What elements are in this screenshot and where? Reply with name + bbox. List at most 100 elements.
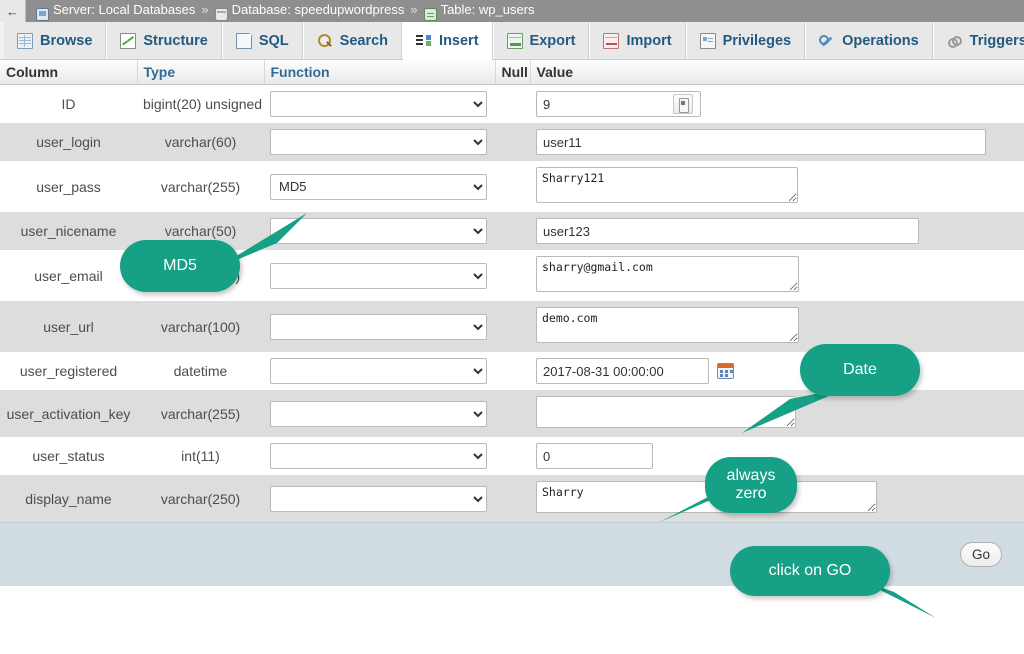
value-input-user-email[interactable]: sharry@gmail.com xyxy=(536,256,799,292)
callout-click-on-go: click on GO xyxy=(730,546,890,596)
export-icon xyxy=(506,32,523,49)
table-header-row: Column Type Function Null Value xyxy=(0,60,1024,85)
function-select-user-url[interactable] xyxy=(270,313,487,340)
callout-md5-text: MD5 xyxy=(163,257,197,275)
value-input-user-status[interactable] xyxy=(536,443,653,469)
row-value-cell xyxy=(530,212,1024,250)
breadcrumb-table-label: Table: wp_users xyxy=(440,2,535,17)
calendar-icon[interactable] xyxy=(717,363,734,379)
breadcrumb-database-label: Database: speedupwordpress xyxy=(231,2,405,17)
row-column-type: datetime xyxy=(173,363,228,379)
value-input-user-registered[interactable] xyxy=(536,358,709,384)
table-row: ID bigint(20) unsigned xyxy=(0,84,1024,124)
breadcrumb-item-server[interactable]: Server: Local Databases xyxy=(36,0,195,21)
header-type: Type xyxy=(137,60,265,85)
tab-sql[interactable]: SQL xyxy=(221,22,303,59)
function-select-id[interactable] xyxy=(270,91,487,117)
row-function-cell: MD5 xyxy=(264,161,495,212)
tab-structure[interactable]: Structure xyxy=(106,22,222,59)
row-column-name: user_nicename xyxy=(20,223,117,239)
row-value-cell: sharry@gmail.com xyxy=(530,250,1024,301)
row-column-name: user_status xyxy=(32,448,105,464)
value-input-user-pass[interactable]: Sharry121 xyxy=(536,167,798,203)
privileges-icon xyxy=(699,32,716,49)
table-row: user_status int(11) xyxy=(0,437,1024,475)
tab-export[interactable]: Export xyxy=(492,22,590,59)
row-null-cell xyxy=(495,390,530,437)
tab-export-label: Export xyxy=(529,32,576,49)
row-column-type: varchar(255) xyxy=(160,178,241,195)
row-function-cell xyxy=(264,352,495,390)
tab-search-label: Search xyxy=(339,32,389,49)
number-spinner-icon[interactable] xyxy=(673,94,693,114)
tab-search[interactable]: Search xyxy=(302,22,403,59)
row-column-name: ID xyxy=(61,96,76,112)
import-icon xyxy=(603,32,620,49)
row-null-cell xyxy=(495,301,530,352)
back-button[interactable]: ← xyxy=(0,0,26,22)
row-column-name: user_activation_key xyxy=(6,405,131,422)
operations-icon xyxy=(819,33,835,49)
callout-date-text: Date xyxy=(843,361,877,379)
row-column-type: varchar(255) xyxy=(160,405,241,422)
value-input-user-login[interactable] xyxy=(536,129,986,155)
server-icon xyxy=(36,8,49,21)
header-function: Function xyxy=(264,60,496,85)
tab-operations-label: Operations xyxy=(842,32,919,49)
main-tabbar: Browse Structure SQL Search Insert Expor… xyxy=(0,22,1024,60)
breadcrumb-separator-2: » xyxy=(410,2,418,17)
go-button[interactable]: Go xyxy=(959,542,1002,567)
row-column-name: display_name xyxy=(25,490,112,507)
function-select-user-registered[interactable] xyxy=(270,358,487,384)
row-value-cell xyxy=(530,85,1024,124)
tab-import[interactable]: Import xyxy=(589,22,686,59)
function-select-user-login[interactable] xyxy=(270,129,487,155)
row-column-type: varchar(60) xyxy=(164,134,237,150)
tab-triggers[interactable]: Triggers xyxy=(932,22,1024,59)
row-value-cell xyxy=(530,123,1024,161)
row-null-cell xyxy=(495,212,530,250)
row-function-cell xyxy=(264,301,495,352)
row-function-cell xyxy=(264,123,495,161)
function-select-user-pass[interactable]: MD5 xyxy=(270,173,487,200)
tab-sql-label: SQL xyxy=(258,32,289,49)
table-row: display_name varchar(250) Sharry xyxy=(0,475,1024,522)
breadcrumb-server-label: Server: Local Databases xyxy=(53,2,196,17)
function-select-user-activation-key[interactable] xyxy=(270,400,487,427)
callout-always-zero-text: always zero xyxy=(726,467,776,502)
row-value-cell: Sharry121 xyxy=(530,161,1024,212)
callout-always-zero: always zero xyxy=(705,457,797,513)
breadcrumb-separator: » xyxy=(201,2,209,17)
tab-browse-label: Browse xyxy=(40,32,93,49)
function-select-user-status[interactable] xyxy=(270,443,487,469)
insert-icon xyxy=(416,33,432,49)
callout-date: Date xyxy=(800,344,920,396)
row-column-type: varchar(250) xyxy=(160,490,241,507)
tab-insert-label: Insert xyxy=(439,32,479,49)
tab-browse[interactable]: Browse xyxy=(4,22,107,59)
row-function-cell xyxy=(264,85,495,124)
row-function-cell xyxy=(264,475,495,522)
row-value-cell: demo.com xyxy=(530,301,1024,352)
structure-icon xyxy=(120,32,137,49)
tab-privileges[interactable]: Privileges xyxy=(685,22,806,59)
row-null-cell xyxy=(495,437,530,475)
header-column: Column xyxy=(0,60,138,85)
sql-icon xyxy=(235,32,252,49)
value-input-user-url[interactable]: demo.com xyxy=(536,307,799,343)
value-input-user-nicename[interactable] xyxy=(536,218,919,244)
breadcrumb-item-database[interactable]: Database: speedupwordpress xyxy=(214,0,405,21)
tab-import-label: Import xyxy=(626,32,672,49)
database-icon xyxy=(214,8,228,21)
breadcrumb-item-table[interactable]: Table: wp_users xyxy=(423,0,535,21)
header-null: Null xyxy=(495,60,531,85)
row-column-name: user_registered xyxy=(19,363,118,379)
function-select-display-name[interactable] xyxy=(270,485,487,512)
callout-click-on-go-text: click on GO xyxy=(768,562,852,580)
tab-insert[interactable]: Insert xyxy=(402,22,493,60)
tab-operations[interactable]: Operations xyxy=(805,22,933,59)
search-icon xyxy=(317,33,333,49)
table-row: user_pass varchar(255) MD5 Sharry121 xyxy=(0,161,1024,212)
row-function-cell xyxy=(264,437,495,475)
row-null-cell xyxy=(495,250,530,301)
